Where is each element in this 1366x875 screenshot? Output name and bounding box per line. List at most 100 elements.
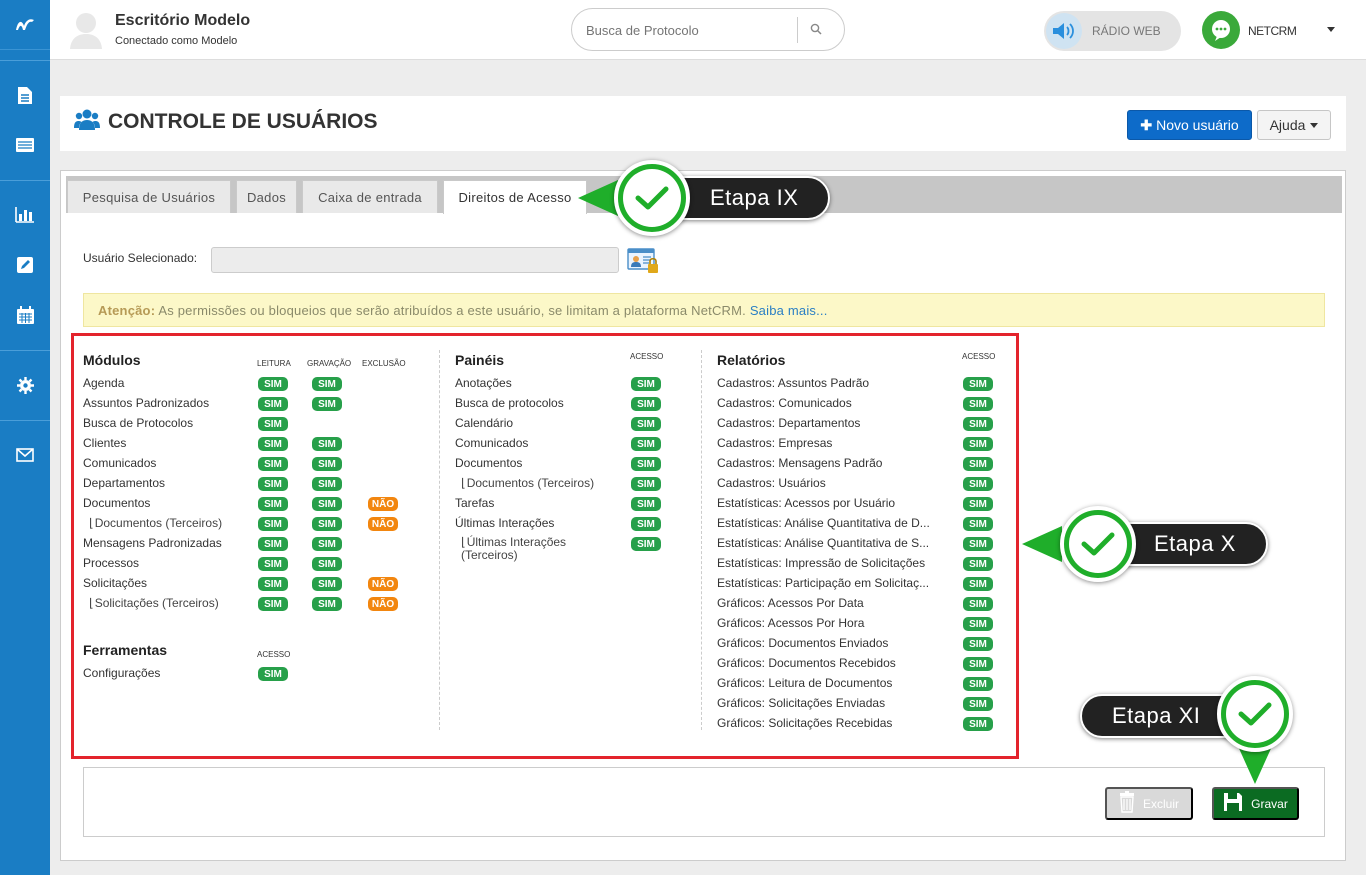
permission-yes-badge[interactable]: SIM — [312, 477, 342, 491]
permission-row-label: Calendário — [455, 416, 513, 430]
permission-yes-badge[interactable]: SIM — [963, 517, 993, 531]
permission-yes-badge[interactable]: SIM — [963, 677, 993, 691]
new-user-label: Novo usuário — [1156, 117, 1239, 133]
access-rights-panel: Pesquisa de Usuários Dados Caixa de entr… — [60, 170, 1346, 861]
office-name: Escritório Modelo — [115, 12, 251, 29]
permission-yes-badge[interactable]: SIM — [963, 477, 993, 491]
calendar-icon[interactable] — [0, 300, 50, 330]
permission-yes-badge[interactable]: SIM — [631, 417, 661, 431]
document-icon[interactable] — [0, 80, 50, 110]
permission-yes-badge[interactable]: SIM — [963, 657, 993, 671]
search-input[interactable] — [586, 20, 786, 40]
permission-no-badge[interactable]: NÃO — [368, 517, 398, 531]
permission-no-badge[interactable]: NÃO — [368, 497, 398, 511]
permission-yes-badge[interactable]: SIM — [631, 497, 661, 511]
permission-yes-badge[interactable]: SIM — [963, 457, 993, 471]
permission-yes-badge[interactable]: SIM — [312, 517, 342, 531]
permission-yes-badge[interactable]: SIM — [312, 377, 342, 391]
permission-row-label: Configurações — [83, 666, 160, 680]
permission-yes-badge[interactable]: SIM — [963, 637, 993, 651]
permission-yes-badge[interactable]: SIM — [631, 457, 661, 471]
search-icon[interactable] — [810, 22, 822, 40]
permission-yes-badge[interactable]: SIM — [312, 397, 342, 411]
new-user-button[interactable]: ✚ Novo usuário — [1127, 110, 1252, 140]
permission-yes-badge[interactable]: SIM — [963, 617, 993, 631]
permission-yes-badge[interactable]: SIM — [312, 577, 342, 591]
permission-yes-badge[interactable]: SIM — [631, 517, 661, 531]
permission-name: Anotações — [455, 376, 512, 390]
tree-branch-icon: ⌊ — [89, 596, 94, 610]
permission-yes-badge[interactable]: SIM — [963, 497, 993, 511]
permission-no-badge[interactable]: NÃO — [368, 577, 398, 591]
permission-yes-badge[interactable]: SIM — [312, 437, 342, 451]
permission-yes-badge[interactable]: SIM — [963, 577, 993, 591]
permission-yes-badge[interactable]: SIM — [312, 497, 342, 511]
permission-yes-badge[interactable]: SIM — [631, 537, 661, 551]
panels-title: Painéis — [455, 352, 505, 368]
permission-yes-badge[interactable]: SIM — [963, 417, 993, 431]
help-button[interactable]: Ajuda — [1257, 110, 1331, 140]
permission-name: Documentos (Terceiros) — [94, 516, 223, 530]
permission-yes-badge[interactable]: SIM — [963, 697, 993, 711]
permission-yes-badge[interactable]: SIM — [963, 377, 993, 391]
permission-yes-badge[interactable]: SIM — [631, 377, 661, 391]
delete-button[interactable]: Excluir — [1105, 787, 1193, 820]
permission-yes-badge[interactable]: SIM — [258, 537, 288, 551]
chevron-down-icon[interactable] — [1327, 27, 1335, 32]
permission-row-label: Departamentos — [83, 476, 165, 490]
permission-yes-badge[interactable]: SIM — [258, 377, 288, 391]
permission-row-label: ⌊Últimas Interações (Terceiros) — [461, 536, 611, 562]
permission-yes-badge[interactable]: SIM — [963, 717, 993, 731]
permission-yes-badge[interactable]: SIM — [258, 477, 288, 491]
permission-yes-badge[interactable]: SIM — [312, 537, 342, 551]
permission-yes-badge[interactable]: SIM — [258, 397, 288, 411]
permission-yes-badge[interactable]: SIM — [258, 437, 288, 451]
permission-row-label: Gráficos: Documentos Enviados — [717, 636, 888, 650]
permission-row-label: Cadastros: Mensagens Padrão — [717, 456, 882, 470]
tab-inbox[interactable]: Caixa de entrada — [302, 180, 438, 213]
app-logo-icon[interactable] — [0, 0, 50, 50]
connected-as: Conectado como Modelo — [115, 35, 238, 47]
avatar[interactable] — [68, 9, 104, 49]
permission-name: Gráficos: Documentos Recebidos — [717, 656, 896, 670]
permission-yes-badge[interactable]: SIM — [631, 477, 661, 491]
save-button[interactable]: Gravar — [1212, 787, 1299, 820]
radio-web-button[interactable]: RÁDIO WEB — [1044, 11, 1181, 51]
permission-yes-badge[interactable]: SIM — [963, 597, 993, 611]
permission-yes-badge[interactable]: SIM — [258, 597, 288, 611]
selected-user-field[interactable] — [211, 247, 619, 273]
permission-yes-badge[interactable]: SIM — [258, 497, 288, 511]
permission-row-label: Gráficos: Acessos Por Hora — [717, 616, 864, 630]
permission-row-label: Processos — [83, 556, 139, 570]
permission-yes-badge[interactable]: SIM — [312, 457, 342, 471]
permission-yes-badge[interactable]: SIM — [963, 437, 993, 451]
permission-row-label: Cadastros: Departamentos — [717, 416, 860, 430]
permission-yes-badge[interactable]: SIM — [312, 557, 342, 571]
edit-icon[interactable] — [0, 250, 50, 280]
permission-yes-badge[interactable]: SIM — [258, 417, 288, 431]
permission-name: Gráficos: Documentos Enviados — [717, 636, 889, 650]
gear-icon[interactable] — [0, 370, 50, 400]
permission-yes-badge[interactable]: SIM — [258, 557, 288, 571]
permission-yes-badge[interactable]: SIM — [631, 437, 661, 451]
tab-access-rights[interactable]: Direitos de Acesso — [443, 180, 587, 214]
tab-data[interactable]: Dados — [236, 180, 297, 213]
permission-yes-badge[interactable]: SIM — [258, 457, 288, 471]
permission-yes-badge[interactable]: SIM — [963, 397, 993, 411]
mail-icon[interactable] — [0, 440, 50, 470]
permission-row-label: Mensagens Padronizadas — [83, 536, 222, 550]
bar-chart-icon[interactable] — [0, 200, 50, 230]
permission-yes-badge[interactable]: SIM — [963, 557, 993, 571]
permission-yes-badge[interactable]: SIM — [258, 577, 288, 591]
list-icon[interactable] — [0, 130, 50, 160]
permission-row-label: ⌊Solicitações (Terceiros) — [89, 596, 219, 610]
permission-yes-badge[interactable]: SIM — [312, 597, 342, 611]
permission-yes-badge[interactable]: SIM — [258, 517, 288, 531]
user-lock-icon[interactable] — [627, 247, 659, 280]
learn-more-link[interactable]: Saiba mais... — [750, 303, 828, 318]
permission-yes-badge[interactable]: SIM — [963, 537, 993, 551]
permission-no-badge[interactable]: NÃO — [368, 597, 398, 611]
tab-user-search[interactable]: Pesquisa de Usuários — [67, 180, 231, 213]
permission-yes-badge[interactable]: SIM — [631, 397, 661, 411]
permission-yes-badge[interactable]: SIM — [258, 667, 288, 681]
